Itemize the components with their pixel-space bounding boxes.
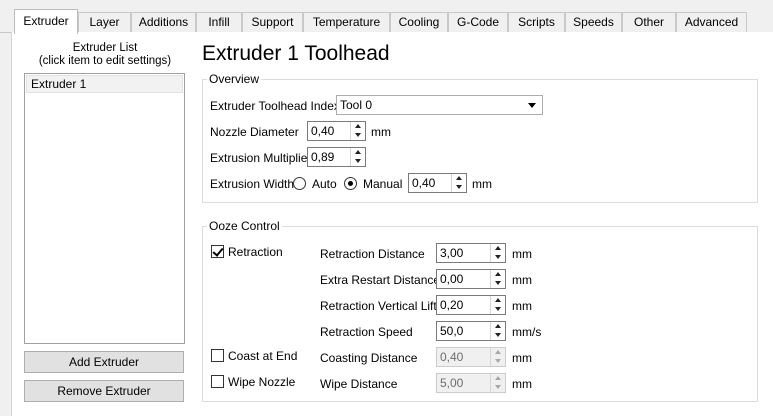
tab-g-code[interactable]: G-Code — [448, 12, 508, 32]
retraction-vertical-lift-unit: mm — [512, 299, 532, 313]
retraction-distance-value: 3,00 — [440, 246, 464, 260]
spin-down-icon[interactable] — [491, 253, 506, 262]
extrusion-multiplier-label: Extrusion Multiplier — [210, 151, 312, 165]
extrusion-width-manual-label[interactable]: Manual — [363, 177, 402, 191]
spin-down-icon[interactable] — [491, 279, 506, 288]
spin-up-icon[interactable] — [351, 148, 366, 157]
tab-scripts[interactable]: Scripts — [508, 12, 565, 32]
retraction-label[interactable]: Retraction — [228, 245, 283, 259]
spin-down-icon[interactable] — [491, 305, 506, 314]
spin-down-icon[interactable] — [452, 183, 467, 192]
toolhead-index-select[interactable]: Tool 0 — [336, 95, 543, 115]
nozzle-diameter-spinbox[interactable]: 0,40 — [307, 121, 366, 141]
spin-down-icon[interactable] — [491, 331, 506, 340]
coasting-distance-label: Coasting Distance — [320, 351, 418, 365]
coasting-distance-unit: mm — [512, 351, 532, 365]
retraction-checkbox[interactable] — [211, 245, 224, 258]
spin-up-icon[interactable] — [491, 348, 506, 357]
coast-at-end-checkbox[interactable] — [211, 349, 224, 362]
spin-down-icon[interactable] — [491, 357, 506, 366]
nozzle-diameter-label: Nozzle Diameter — [210, 125, 299, 139]
spin-up-icon[interactable] — [351, 122, 366, 131]
overview-legend: Overview — [207, 72, 262, 86]
extra-restart-distance-spinbox[interactable]: 0,00 — [436, 269, 506, 289]
wipe-distance-value: 5,00 — [440, 376, 464, 390]
extruder-list[interactable]: Extruder 1 — [24, 73, 185, 344]
retraction-speed-label: Retraction Speed — [320, 325, 413, 339]
extruder-list-title: Extruder List (click item to edit settin… — [25, 42, 185, 68]
extra-restart-distance-unit: mm — [512, 273, 532, 287]
spin-buttons — [490, 270, 505, 288]
tab-support[interactable]: Support — [242, 12, 303, 32]
extrusion-multiplier-spinbox[interactable]: 0,89 — [307, 147, 366, 167]
spin-buttons — [451, 174, 466, 192]
toolhead-index-label: Extruder Toolhead Index — [210, 99, 340, 113]
extrusion-width-unit: mm — [472, 177, 492, 191]
tab-extruder[interactable]: Extruder — [14, 9, 78, 34]
settings-tab-bar: Extruder Layer Additions Infill Support … — [0, 0, 773, 34]
tab-additions[interactable]: Additions — [131, 12, 196, 32]
spin-up-icon[interactable] — [491, 296, 506, 305]
extrusion-multiplier-value: 0,89 — [311, 150, 335, 164]
extrusion-width-auto-radio[interactable] — [293, 177, 306, 190]
spin-buttons — [350, 122, 365, 140]
toolhead-index-value: Tool 0 — [340, 98, 373, 112]
retraction-vertical-lift-spinbox[interactable]: 0,20 — [436, 295, 506, 315]
retraction-speed-unit: mm/s — [512, 325, 542, 339]
extruder-list-heading: Extruder List — [72, 42, 138, 54]
spin-up-icon[interactable] — [491, 244, 506, 253]
spin-down-icon[interactable] — [351, 157, 366, 166]
chevron-down-icon — [528, 103, 536, 108]
tab-cooling[interactable]: Cooling — [390, 12, 448, 32]
spin-down-icon[interactable] — [351, 131, 366, 140]
spin-up-icon[interactable] — [452, 174, 467, 183]
extrusion-width-spinbox[interactable]: 0,40 — [408, 173, 467, 193]
spin-buttons — [490, 374, 505, 392]
retraction-vertical-lift-value: 0,20 — [440, 298, 464, 312]
extra-restart-distance-value: 0,00 — [440, 272, 464, 286]
tab-speeds[interactable]: Speeds — [565, 12, 622, 32]
retraction-distance-unit: mm — [512, 247, 532, 261]
spin-buttons — [490, 244, 505, 262]
tab-temperature[interactable]: Temperature — [303, 12, 390, 32]
coast-at-end-label[interactable]: Coast at End — [228, 349, 297, 363]
remove-extruder-button[interactable]: Remove Extruder — [24, 380, 184, 402]
retraction-vertical-lift-label: Retraction Vertical Lift — [320, 299, 437, 313]
tab-layer[interactable]: Layer — [78, 12, 131, 32]
spin-buttons — [350, 148, 365, 166]
wipe-nozzle-label[interactable]: Wipe Nozzle — [228, 375, 295, 389]
spin-buttons — [490, 296, 505, 314]
add-extruder-button[interactable]: Add Extruder — [24, 351, 184, 373]
retraction-speed-value: 50,0 — [440, 324, 464, 338]
spin-up-icon[interactable] — [491, 374, 506, 383]
extruder-list-item[interactable]: Extruder 1 — [26, 75, 183, 93]
retraction-distance-label: Retraction Distance — [320, 247, 425, 261]
spin-up-icon[interactable] — [491, 322, 506, 331]
spin-up-icon[interactable] — [491, 270, 506, 279]
tab-other[interactable]: Other — [622, 12, 676, 32]
coasting-distance-spinbox[interactable]: 0,40 — [436, 347, 506, 367]
retraction-speed-spinbox[interactable]: 50,0 — [436, 321, 506, 341]
wipe-distance-unit: mm — [512, 377, 532, 391]
extrusion-width-auto-label[interactable]: Auto — [312, 177, 337, 191]
extrusion-width-label: Extrusion Width — [210, 177, 295, 191]
ooze-control-legend: Ooze Control — [207, 219, 282, 233]
spin-buttons — [490, 322, 505, 340]
nozzle-diameter-unit: mm — [371, 125, 391, 139]
extruder-list-hint: (click item to edit settings) — [38, 55, 172, 67]
coasting-distance-value: 0,40 — [440, 350, 464, 364]
retraction-distance-spinbox[interactable]: 3,00 — [436, 243, 506, 263]
page-title: Extruder 1 Toolhead — [202, 42, 390, 65]
extrusion-width-manual-radio[interactable] — [344, 177, 357, 190]
extra-restart-distance-label: Extra Restart Distance — [320, 273, 441, 287]
nozzle-diameter-value: 0,40 — [311, 124, 335, 138]
wipe-nozzle-checkbox[interactable] — [211, 375, 224, 388]
extrusion-width-value: 0,40 — [412, 176, 436, 190]
spin-buttons — [490, 348, 505, 366]
tab-infill[interactable]: Infill — [196, 12, 242, 32]
spin-down-icon[interactable] — [491, 383, 506, 392]
tab-advanced[interactable]: Advanced — [676, 12, 747, 32]
wipe-distance-label: Wipe Distance — [320, 377, 398, 391]
wipe-distance-spinbox[interactable]: 5,00 — [436, 373, 506, 393]
